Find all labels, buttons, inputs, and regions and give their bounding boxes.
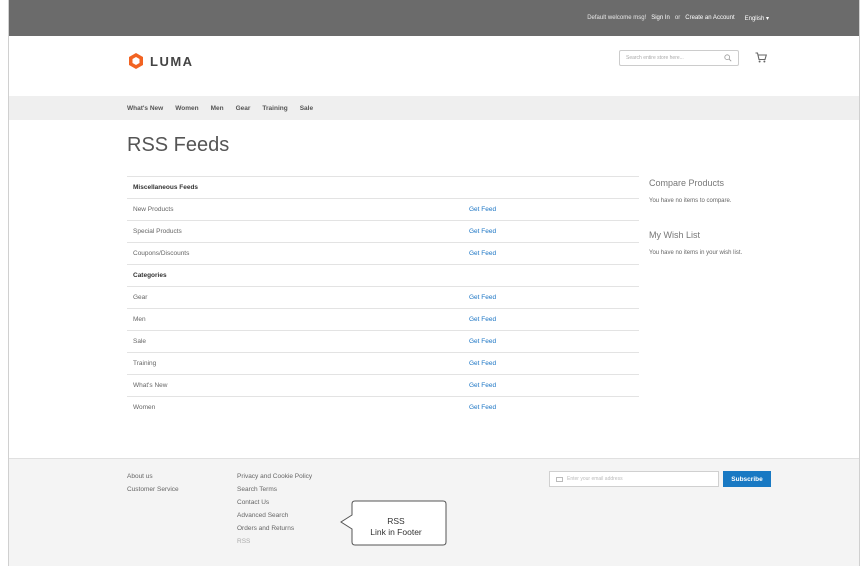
wishlist-title: My Wish List (649, 230, 701, 240)
or-text: or (674, 15, 681, 21)
feed-name: Women (133, 404, 156, 411)
get-feed-link[interactable]: Get Feed (469, 228, 496, 235)
footer-link-contact[interactable]: Contact Us (237, 499, 312, 506)
table-row: Sale Get Feed (127, 330, 639, 352)
nav-item-women[interactable]: Women (175, 105, 198, 112)
footer-link-search-terms[interactable]: Search Terms (237, 486, 312, 493)
page-title: RSS Feeds (127, 134, 230, 156)
envelope-icon (556, 476, 563, 482)
callout-text: RSS Link in Footer (370, 516, 422, 537)
table-row: New Products Get Feed (127, 198, 639, 220)
feed-name: Sale (133, 338, 147, 345)
top-bar: Default welcome msg! Sign In or Create a… (9, 0, 859, 36)
newsletter-email-input[interactable]: Enter your email address (549, 471, 719, 487)
language-switcher[interactable]: English ▾ (740, 15, 769, 22)
sidebar: Compare Products You have no items to co… (649, 178, 809, 282)
footer-link-orders-returns[interactable]: Orders and Returns (237, 525, 312, 532)
footer-link-rss[interactable]: RSS (237, 538, 312, 545)
compare-products-title: Compare Products (649, 178, 725, 188)
feed-name: New Products (133, 206, 174, 213)
feed-name: Men (133, 316, 146, 323)
get-feed-link[interactable]: Get Feed (469, 360, 496, 367)
get-feed-link[interactable]: Get Feed (469, 338, 496, 345)
table-row: Women Get Feed (127, 396, 639, 418)
browser-page: Default welcome msg! Sign In or Create a… (8, 0, 860, 566)
nav-item-sale[interactable]: Sale (300, 105, 313, 112)
logo-text: LUMA (150, 53, 194, 69)
footer-link-advanced-search[interactable]: Advanced Search (237, 512, 312, 519)
table-row: Men Get Feed (127, 308, 639, 330)
footer-links-col1: About us Customer Service (127, 473, 179, 499)
nav-item-whats-new[interactable]: What's New (127, 105, 163, 112)
subscribe-button[interactable]: Subscribe (723, 471, 771, 487)
footer-link-privacy[interactable]: Privacy and Cookie Policy (237, 473, 312, 480)
footer-link-customer-service[interactable]: Customer Service (127, 486, 179, 493)
footer-links-col2: Privacy and Cookie Policy Search Terms C… (237, 473, 312, 551)
feed-name: Training (133, 360, 157, 367)
header: LUMA (9, 36, 859, 96)
cart-icon[interactable] (755, 52, 767, 63)
nav-item-training[interactable]: Training (262, 105, 287, 112)
get-feed-link[interactable]: Get Feed (469, 404, 496, 411)
get-feed-link[interactable]: Get Feed (469, 250, 496, 257)
section-heading-misc: Miscellaneous Feeds (127, 176, 639, 198)
footer-link-about[interactable]: About us (127, 473, 179, 480)
create-account-link[interactable]: Create an Account (685, 15, 734, 21)
luma-logo-icon (129, 53, 143, 69)
luma-logo[interactable]: LUMA (127, 52, 194, 70)
rss-feeds-table: Miscellaneous Feeds New Products Get Fee… (127, 176, 639, 418)
get-feed-link[interactable]: Get Feed (469, 382, 496, 389)
table-row: What's New Get Feed (127, 374, 639, 396)
sign-in-link[interactable]: Sign In (651, 15, 670, 21)
compare-products-text: You have no items to compare. (649, 198, 732, 204)
nav-item-men[interactable]: Men (211, 105, 224, 112)
get-feed-link[interactable]: Get Feed (469, 294, 496, 301)
search-input[interactable]: Search entire store here... (619, 50, 739, 66)
newsletter-form: Enter your email address Subscribe (549, 471, 771, 487)
feed-name: Coupons/Discounts (133, 250, 190, 257)
feed-name: Special Products (133, 228, 182, 235)
get-feed-link[interactable]: Get Feed (469, 206, 496, 213)
feed-name: Gear (133, 294, 148, 301)
main-navigation: What's New Women Men Gear Training Sale (9, 96, 859, 120)
search-icon[interactable] (724, 54, 732, 62)
table-row: Special Products Get Feed (127, 220, 639, 242)
nav-item-gear[interactable]: Gear (236, 105, 251, 112)
table-row: Gear Get Feed (127, 286, 639, 308)
get-feed-link[interactable]: Get Feed (469, 316, 496, 323)
wishlist-text: You have no items in your wish list. (649, 250, 743, 256)
section-heading-categories: Categories (127, 264, 639, 286)
table-row: Coupons/Discounts Get Feed (127, 242, 639, 264)
table-row: Training Get Feed (127, 352, 639, 374)
feed-name: What's New (133, 382, 168, 389)
welcome-message: Default welcome msg! (587, 15, 647, 21)
